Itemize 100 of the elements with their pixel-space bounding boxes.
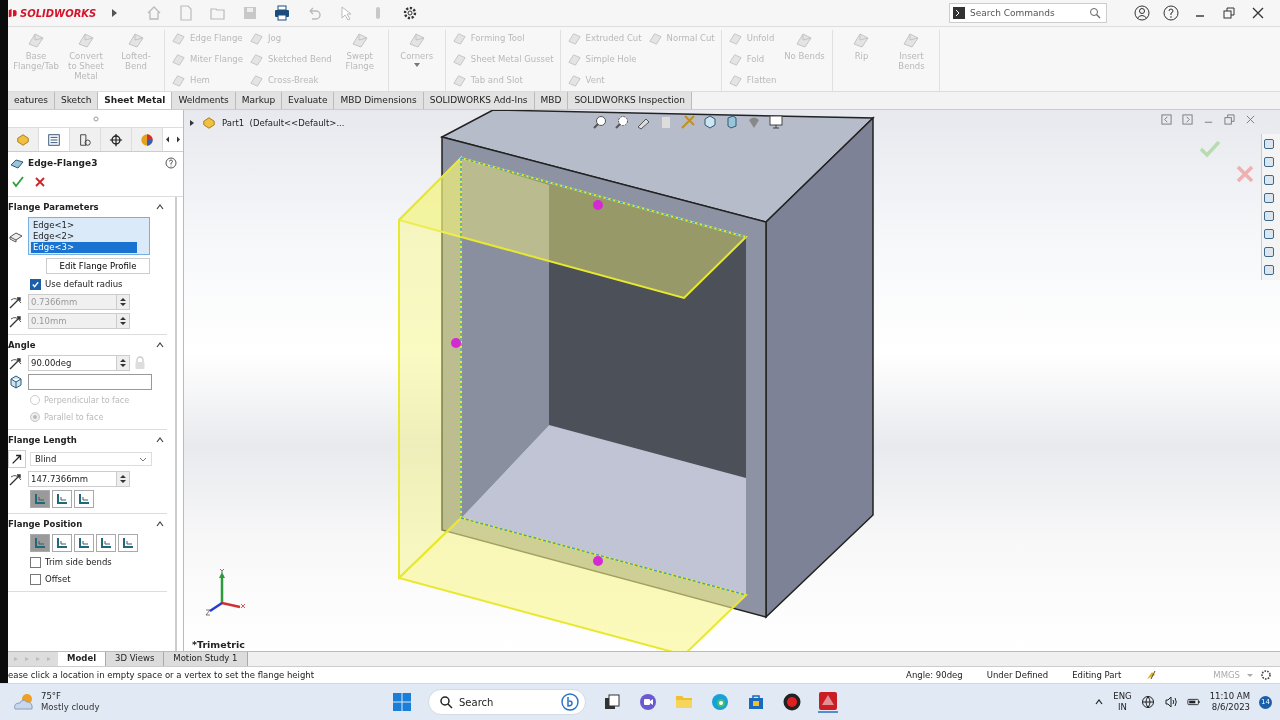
configuration-tab[interactable]: [70, 128, 101, 151]
ribbon-tab[interactable]: Sheet Metal: [98, 92, 173, 109]
task-pane-tab-icon[interactable]: [1263, 174, 1275, 186]
bing-icon[interactable]: [561, 693, 579, 711]
bottom-tab[interactable]: 3D Views: [106, 652, 165, 666]
clock-date[interactable]: 8/6/2023: [1211, 702, 1250, 713]
unit-system[interactable]: MMGS: [1213, 670, 1240, 680]
task-pane-tab-icon[interactable]: [1263, 192, 1275, 204]
collapse-chevron-icon[interactable]: [155, 202, 165, 212]
appearance-tab[interactable]: [132, 128, 163, 151]
flange-option-button[interactable]: [118, 534, 138, 552]
view-orientation-icon[interactable]: [702, 114, 718, 130]
task-pane-tab-icon[interactable]: [1263, 246, 1275, 258]
ribbon-tab[interactable]: SOLIDWORKS Add-Ins: [423, 92, 535, 109]
ribbon-tab[interactable]: MBD Dimensions: [334, 92, 424, 109]
caret-icon[interactable]: [139, 455, 147, 463]
list-item[interactable]: Edge<2>: [31, 231, 137, 242]
ribbon-tab[interactable]: Weldments: [172, 92, 236, 109]
language-indicator[interactable]: ENG: [1113, 691, 1132, 702]
drag-handle[interactable]: [593, 200, 603, 210]
checkbox[interactable]: [30, 573, 41, 585]
list-item[interactable]: Edge<3>: [31, 242, 137, 253]
speaker-icon[interactable]: [1163, 695, 1178, 709]
user-account-icon[interactable]: [1134, 5, 1150, 21]
app-icon[interactable]: [818, 691, 838, 713]
clock-time[interactable]: 11:10 AM: [1209, 691, 1250, 702]
drag-handle[interactable]: [593, 556, 603, 566]
flange-option-button[interactable]: [30, 534, 50, 552]
collapse-chevron-icon[interactable]: [155, 519, 165, 529]
flange-option-button[interactable]: [52, 490, 72, 508]
task-pane-tab-icon[interactable]: [1263, 156, 1275, 168]
settings-icon[interactable]: [402, 5, 419, 21]
list-item[interactable]: Edge<1>: [31, 220, 137, 231]
help-icon[interactable]: [165, 157, 177, 169]
task-pane-tab-icon[interactable]: [1263, 210, 1275, 222]
record-icon[interactable]: [782, 692, 802, 712]
taskbar-search-field[interactable]: Search: [428, 689, 586, 715]
ribbon-tab[interactable]: MBD: [534, 92, 569, 109]
task-pane-tab-icon[interactable]: [1263, 138, 1275, 150]
monitor-icon[interactable]: [768, 114, 784, 130]
flange-option-button[interactable]: [96, 534, 116, 552]
windows-start-icon[interactable]: [392, 692, 412, 712]
edit-flange-profile-button[interactable]: Edit Flange Profile: [46, 258, 150, 274]
number-field[interactable]: 147.7366mm: [28, 471, 130, 487]
show-hidden-icons-caret-icon[interactable]: [1094, 697, 1105, 707]
face-selection-field[interactable]: [28, 374, 152, 390]
settings-icon[interactable]: [1260, 669, 1272, 681]
checkbox[interactable]: [30, 278, 41, 290]
sheet-metal-tool-icon: [727, 30, 743, 46]
ribbon-tab[interactable]: SOLIDWORKS Inspection: [568, 92, 692, 109]
cancel-icon[interactable]: [34, 176, 46, 188]
end-condition-dropdown[interactable]: Blind: [30, 452, 152, 466]
flange-option-button[interactable]: [74, 490, 94, 508]
region-indicator[interactable]: IN: [1118, 702, 1127, 713]
search-icon[interactable]: [1089, 7, 1101, 19]
number-field[interactable]: 90.00deg: [28, 355, 130, 371]
ribbon-tab[interactable]: Evaluate: [282, 92, 335, 109]
zoom-icon[interactable]: [592, 114, 608, 130]
edge-list[interactable]: Edge<1> Edge<2> Edge<3>: [28, 217, 150, 255]
store-icon[interactable]: [746, 692, 766, 712]
bottom-tab[interactable]: Motion Study 1: [164, 652, 248, 666]
task-pane-tab-icon[interactable]: [1263, 228, 1275, 240]
bottom-tab[interactable]: Model: [58, 652, 107, 666]
restore-icon[interactable]: [1224, 114, 1235, 125]
next-icon[interactable]: [1182, 114, 1193, 125]
splitter-handle-icon[interactable]: [92, 115, 99, 122]
drag-handle[interactable]: [451, 338, 461, 348]
expand-arrow-icon[interactable]: [188, 119, 196, 127]
spin-arrows-icon[interactable]: [116, 356, 129, 370]
tree-item[interactable]: Part1 (Default<<Default>...: [222, 118, 345, 128]
previous-icon[interactable]: [1161, 114, 1172, 125]
checkbox[interactable]: [30, 556, 41, 568]
collapse-chevron-icon[interactable]: [155, 435, 165, 445]
chat-icon[interactable]: [638, 692, 658, 712]
collapse-chevron-icon[interactable]: [155, 340, 165, 350]
restore-icon[interactable]: [1221, 5, 1237, 21]
ok-checkmark-icon[interactable]: [1199, 140, 1221, 158]
search-field[interactable]: Search Commands: [949, 3, 1107, 23]
flange-option-button[interactable]: [74, 534, 94, 552]
checkmark-icon: [31, 279, 40, 289]
ribbon-tab[interactable]: eatures: [8, 92, 55, 109]
browser-icon[interactable]: [710, 692, 730, 712]
task-pane-tab-icon[interactable]: [1263, 264, 1275, 276]
print-icon[interactable]: [274, 5, 291, 21]
spin-arrows-icon[interactable]: [116, 472, 129, 486]
caret-icon[interactable]: [412, 61, 421, 69]
ribbon-tab[interactable]: Sketch: [55, 92, 99, 109]
network-globe-icon[interactable]: [1140, 695, 1155, 709]
sheet-metal-tool-icon: [566, 72, 582, 88]
ok-checkmark-icon[interactable]: [12, 176, 24, 188]
display-style-icon[interactable]: [724, 114, 740, 130]
ribbon-tab[interactable]: Markup: [235, 92, 283, 109]
flange-option-button[interactable]: [30, 490, 50, 508]
task-view-icon[interactable]: [602, 692, 622, 712]
flange-position-icon: [77, 492, 91, 506]
flange-option-button[interactable]: [52, 534, 72, 552]
close-icon[interactable]: [1250, 5, 1266, 21]
help-icon[interactable]: [1163, 5, 1179, 21]
dimxpert-tab[interactable]: [101, 128, 132, 151]
zoom-area-icon[interactable]: [614, 114, 630, 130]
